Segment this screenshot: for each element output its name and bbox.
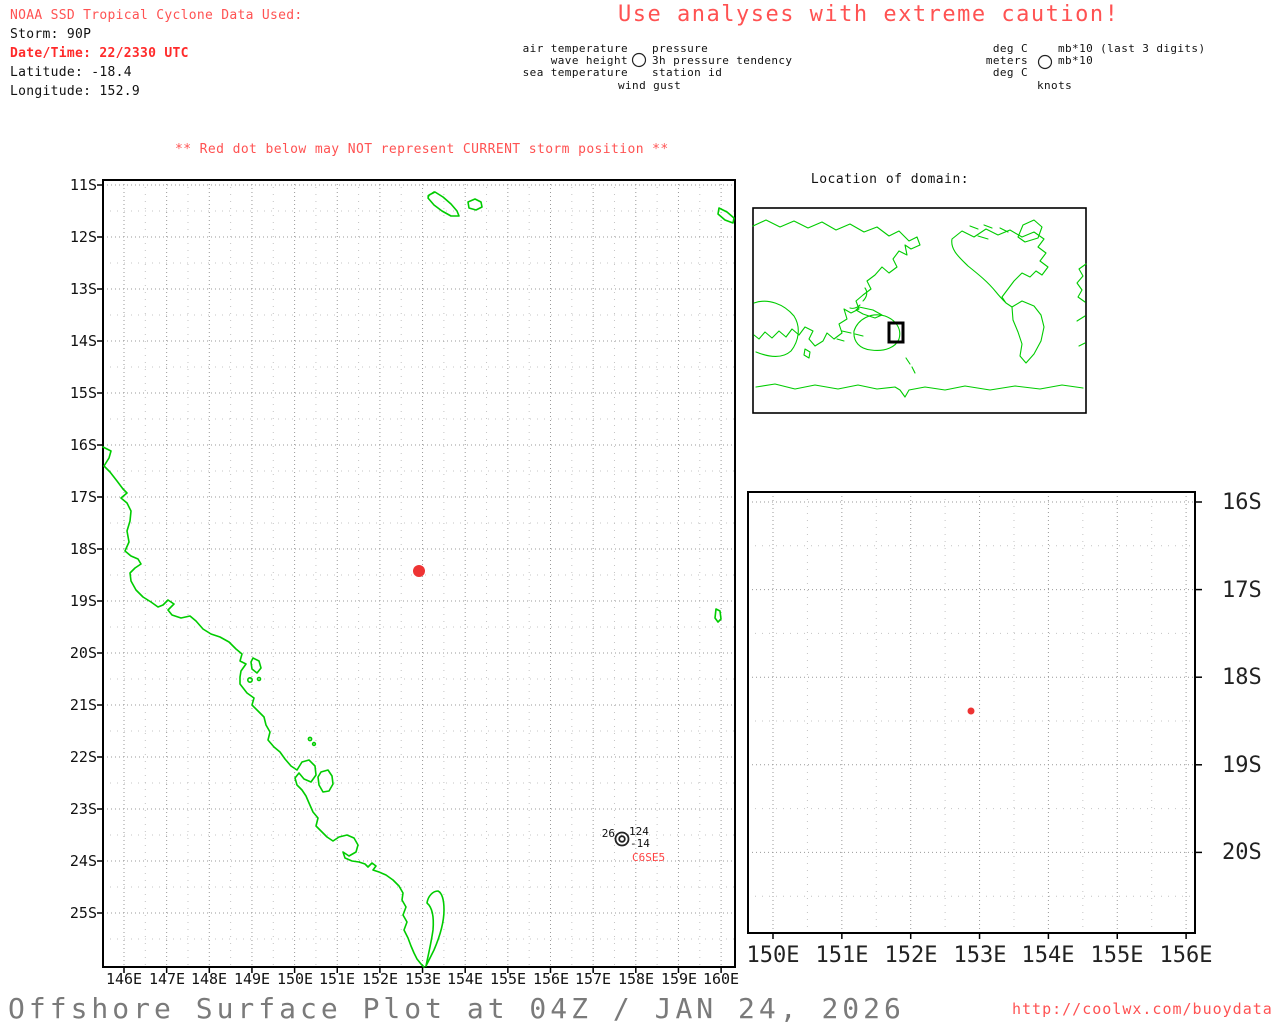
- inset-greenland: [1017, 219, 1043, 243]
- islet-2: [256, 676, 262, 682]
- plot-canvas: 11S 12S 13S 14S 15S 16S 17S 18S 19S 20S …: [70, 52, 1262, 988]
- inset-new-zealand: [905, 357, 916, 374]
- inset-arctic-islands: [969, 224, 1009, 240]
- lat-label: 20S: [1222, 840, 1262, 865]
- inset-atlantic-edge: [1076, 263, 1087, 347]
- lat-label: 16S: [1222, 490, 1262, 515]
- lon-label: 153E: [954, 943, 1007, 968]
- lon-label: 150E: [747, 943, 800, 968]
- lat-label: 22S: [70, 748, 97, 766]
- lon-label: 157E: [575, 970, 611, 988]
- lat-label: 12S: [70, 228, 97, 246]
- lat-label: 17S: [70, 488, 97, 506]
- island-small-north: [467, 198, 483, 211]
- lat-label: 20S: [70, 644, 97, 662]
- lat-label: 18S: [70, 540, 97, 558]
- station-air-temp: 26: [602, 827, 615, 840]
- inset-australia: [853, 314, 901, 351]
- station-circle-outer-icon: [614, 831, 630, 847]
- main-map-lon-axis: 146E 147E 148E 149E 150E 151E 152E 153E …: [106, 970, 739, 988]
- lon-label: 160E: [703, 970, 739, 988]
- sub-map-lat-axis: 16S 17S 18S 19S 20S: [1222, 490, 1262, 865]
- inset-eurasia: [752, 219, 921, 347]
- sub-map-lon-axis: 150E 151E 152E 153E 154E 155E 156E: [747, 943, 1213, 968]
- lon-label: 149E: [234, 970, 270, 988]
- lon-label: 152E: [885, 943, 938, 968]
- station-tendency: -14: [630, 837, 650, 850]
- main-map-coastline: [102, 446, 425, 968]
- world-inset: [752, 207, 1087, 414]
- inset-madagascar: [803, 348, 811, 359]
- lon-label: 152E: [362, 970, 398, 988]
- inset-indonesia: [836, 330, 864, 342]
- lat-label: 19S: [70, 592, 97, 610]
- island-edge-north: [717, 207, 735, 224]
- islet-1: [247, 676, 254, 683]
- island-northeast: [427, 191, 460, 217]
- island-midcoast: [250, 657, 262, 674]
- lon-label: 155E: [490, 970, 526, 988]
- inset-north-america: [951, 228, 1049, 308]
- lat-label: 14S: [70, 332, 97, 350]
- lat-label: 17S: [1222, 578, 1262, 603]
- islet-3: [307, 736, 313, 742]
- lon-label: 159E: [661, 970, 697, 988]
- lat-label: 25S: [70, 904, 97, 922]
- lon-label: 146E: [106, 970, 142, 988]
- lat-label: 21S: [70, 696, 97, 714]
- lat-label: 18S: [1222, 665, 1262, 690]
- lat-label: 23S: [70, 800, 97, 818]
- inset-antarctica: [755, 383, 1084, 398]
- lon-label: 151E: [816, 943, 869, 968]
- island-whitsunday: [317, 769, 334, 793]
- fraser-island: [425, 890, 445, 967]
- station-circle-inner-icon: [618, 835, 626, 843]
- lon-label: 155E: [1091, 943, 1144, 968]
- domain-location-marker: [887, 321, 905, 344]
- island-east-sliver: [714, 608, 722, 623]
- inset-japan: [849, 287, 868, 309]
- storm-dot-sub: [967, 707, 975, 715]
- lon-label: 150E: [277, 970, 313, 988]
- lon-label: 154E: [447, 970, 483, 988]
- lat-label: 16S: [70, 436, 97, 454]
- units-station-circle-icon: [1037, 54, 1053, 70]
- lon-label: 153E: [405, 970, 441, 988]
- lon-label: 156E: [533, 970, 569, 988]
- lat-label: 11S: [70, 176, 97, 194]
- lat-label: 24S: [70, 852, 97, 870]
- islet-4: [311, 741, 317, 747]
- lon-label: 156E: [1160, 943, 1213, 968]
- main-map-lat-axis: 11S 12S 13S 14S 15S 16S 17S 18S 19S 20S …: [70, 176, 97, 922]
- lon-label: 148E: [191, 970, 227, 988]
- lat-label: 13S: [70, 280, 97, 298]
- offshore-surface-plot-page: NOAA SSD Tropical Cyclone Data Used: Sto…: [0, 0, 1280, 1024]
- inset-south-america: [1011, 300, 1045, 364]
- sub-map-grid: [748, 492, 1202, 939]
- lon-label: 154E: [1022, 943, 1075, 968]
- lat-label: 19S: [1222, 753, 1262, 778]
- storm-dot-main: [413, 565, 425, 577]
- lon-label: 151E: [319, 970, 355, 988]
- station-plot: 26 124 -14 C6SE5: [602, 825, 665, 864]
- lon-label: 147E: [149, 970, 185, 988]
- lat-label: 15S: [70, 384, 97, 402]
- station-id-text: C6SE5: [632, 851, 665, 864]
- lon-label: 158E: [618, 970, 654, 988]
- legend-station-circle-icon: [631, 52, 647, 68]
